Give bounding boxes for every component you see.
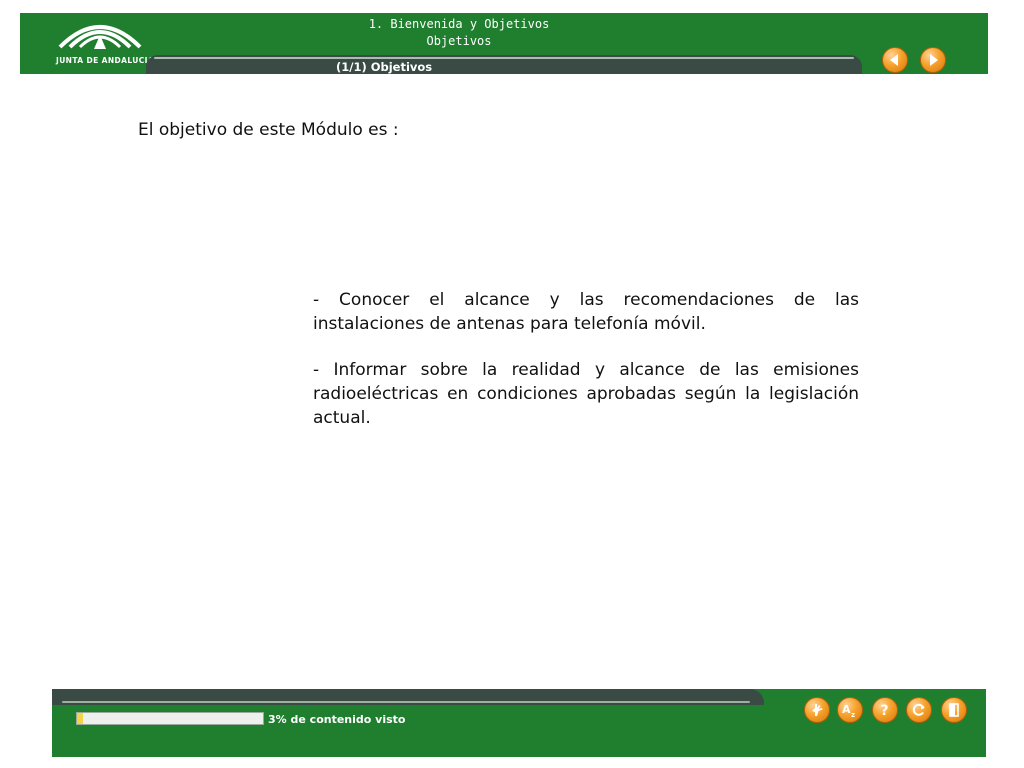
refresh-button[interactable]: [906, 697, 932, 723]
svg-text:A: A: [842, 703, 851, 716]
footer-band: [52, 689, 764, 705]
progress-fill: [77, 713, 83, 724]
refresh-icon: [912, 703, 925, 716]
subsection-title: Objetivos: [426, 34, 492, 48]
logo-text: JUNTA DE ANDALUCIA: [56, 56, 155, 65]
progress-label: 3% de contenido visto: [268, 713, 406, 726]
help-icon: ?: [881, 703, 889, 718]
objectives-list: - Conocer el alcance y las recomendacion…: [313, 288, 859, 452]
hand-button[interactable]: [804, 697, 830, 723]
next-button[interactable]: [920, 47, 946, 73]
progress-bar: [76, 712, 264, 725]
section-title: 1. Bienvenida y Objetivos: [368, 17, 550, 31]
tab-bar: [146, 55, 862, 74]
intro-text: El objetivo de este Módulo es :: [138, 120, 399, 140]
arrow-left-icon: [890, 54, 898, 66]
hand-icon: [812, 704, 823, 716]
previous-button[interactable]: [882, 47, 908, 73]
objective-item: - Informar sobre la realidad y alcance d…: [313, 360, 859, 428]
header-bar: JUNTA DE ANDALUCIA 1. Bienvenida y Objet…: [20, 13, 988, 74]
arrow-right-icon: [930, 54, 938, 66]
exit-button[interactable]: [941, 697, 967, 723]
svg-text:?: ?: [881, 703, 889, 718]
glossary-az-icon: A z: [842, 703, 855, 718]
tab-current-page: (1/1) Objetivos: [336, 60, 433, 74]
objective-item: - Conocer el alcance y las recomendacion…: [313, 290, 859, 334]
exit-door-icon: [949, 703, 959, 717]
help-button[interactable]: ?: [872, 697, 898, 723]
glossary-button[interactable]: A z: [837, 697, 863, 723]
svg-text:z: z: [851, 711, 855, 718]
